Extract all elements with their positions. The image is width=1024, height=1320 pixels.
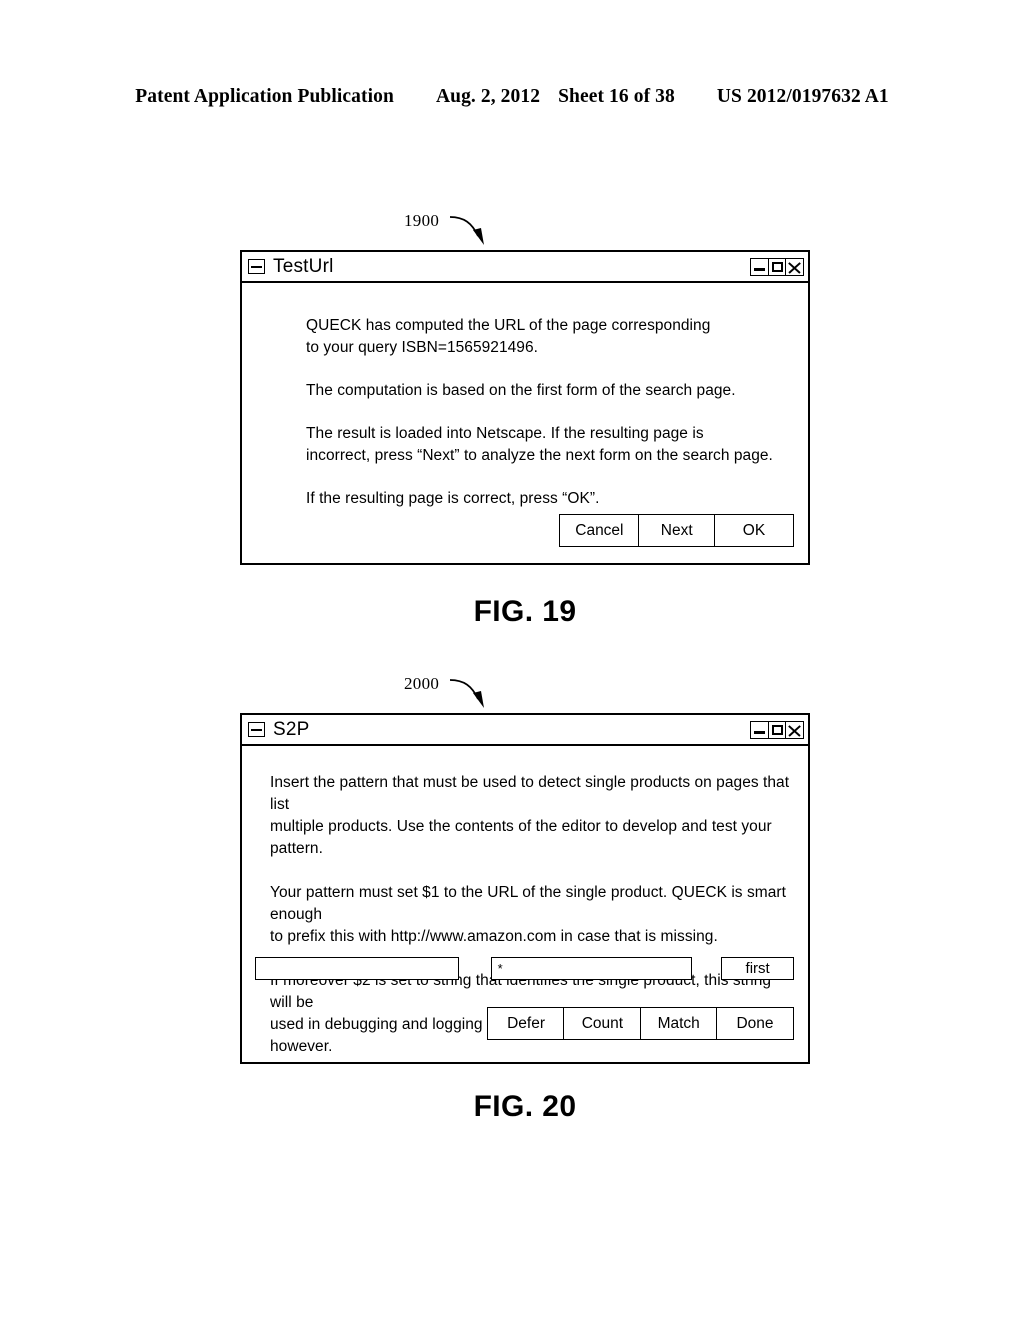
window-title: S2P	[273, 719, 310, 740]
close-icon[interactable]	[785, 257, 804, 276]
message-paragraph: The computation is based on the first fo…	[306, 382, 736, 399]
defer-button[interactable]: Defer	[487, 1007, 566, 1040]
patent-number: US 2012/0197632 A1	[716, 86, 889, 107]
window-controls	[750, 257, 804, 276]
publication-label: Patent Application Publication	[135, 86, 394, 107]
patent-header: Patent Application Publication Aug. 2, 2…	[0, 86, 1024, 108]
sheet-number: Sheet 16 of 38	[558, 86, 675, 107]
s2p-titlebar[interactable]: S2P	[242, 715, 808, 746]
window-controls	[750, 720, 804, 739]
callout-leader-icon	[449, 216, 484, 245]
close-icon[interactable]	[785, 720, 804, 739]
testurl-message-text: QUECK has computed the URL of the page c…	[306, 315, 786, 510]
maximize-icon[interactable]	[767, 257, 787, 276]
pattern-input[interactable]	[255, 957, 459, 980]
testurl-body: QUECK has computed the URL of the page c…	[242, 283, 808, 563]
first-field[interactable]: first	[721, 957, 794, 980]
cancel-button[interactable]: Cancel	[559, 514, 640, 547]
match-button[interactable]: Match	[639, 1007, 718, 1040]
figure-caption: FIG. 20	[473, 1090, 577, 1123]
maximize-icon[interactable]	[767, 720, 787, 739]
callout-label: 2000	[404, 674, 440, 693]
minimize-icon[interactable]	[750, 720, 770, 739]
titlebar-left-group: S2P	[248, 720, 310, 739]
system-menu-icon[interactable]	[248, 259, 265, 274]
figure-19: 1900 TestUrl QUECK has computed the URL …	[240, 205, 810, 629]
system-menu-icon[interactable]	[248, 722, 265, 737]
testurl-dialog-window: TestUrl QUECK has computed the URL of th…	[240, 250, 810, 565]
s2p-body: Insert the pattern that must be used to …	[242, 746, 808, 1062]
message-paragraph: Insert the pattern that must be used to …	[270, 774, 790, 857]
next-button[interactable]: Next	[637, 514, 716, 547]
titlebar-left-group: TestUrl	[248, 257, 334, 276]
ok-button[interactable]: OK	[714, 514, 794, 547]
callout-2000: 2000	[240, 668, 810, 713]
window-title: TestUrl	[273, 256, 334, 277]
marker-input[interactable]: *	[490, 957, 693, 980]
callout-label: 1900	[404, 211, 440, 230]
done-button[interactable]: Done	[716, 1007, 794, 1040]
testurl-titlebar[interactable]: TestUrl	[242, 252, 808, 283]
minimize-icon[interactable]	[750, 257, 770, 276]
message-paragraph: If the resulting page is correct, press …	[306, 490, 600, 507]
callout-leader-icon	[449, 679, 484, 708]
message-paragraph: QUECK has computed the URL of the page c…	[306, 317, 711, 356]
message-paragraph: Your pattern must set $1 to the URL of t…	[270, 884, 786, 945]
figure-20: 2000 S2P Insert the pattern that must be…	[240, 668, 810, 1124]
count-button[interactable]: Count	[563, 1007, 642, 1040]
figure-caption: FIG. 19	[473, 595, 577, 628]
s2p-dialog-window: S2P Insert the pattern that must be used…	[240, 713, 810, 1064]
message-paragraph: The result is loaded into Netscape. If t…	[306, 425, 773, 464]
publication-date: Aug. 2, 2012	[435, 86, 541, 107]
s2p-field-row: * first	[255, 957, 794, 980]
callout-1900: 1900	[240, 205, 810, 250]
s2p-button-row: Defer Count Match Done	[487, 1007, 794, 1040]
testurl-button-row: Cancel Next OK	[559, 514, 794, 547]
